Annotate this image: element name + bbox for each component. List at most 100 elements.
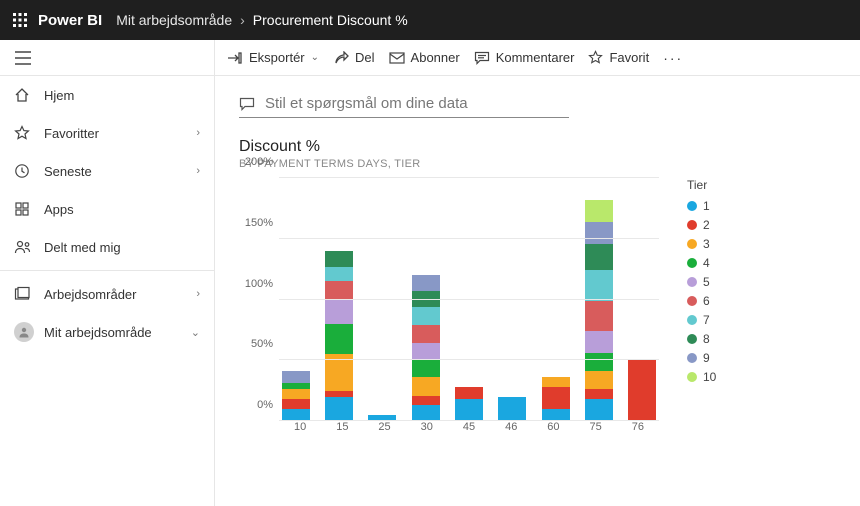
breadcrumb-workspace[interactable]: Mit arbejdsområde bbox=[116, 12, 232, 28]
y-tick-label: 150% bbox=[245, 217, 273, 229]
grid-line bbox=[279, 177, 659, 178]
share-button[interactable]: Del bbox=[333, 50, 375, 65]
bar-segment[interactable] bbox=[412, 377, 440, 395]
bar-column[interactable] bbox=[585, 200, 613, 421]
bar-segment[interactable] bbox=[455, 399, 483, 421]
more-button[interactable]: ··· bbox=[663, 50, 683, 66]
chart-subtitle: BY PAYMENT TERMS DAYS, TIER bbox=[239, 158, 836, 170]
legend-label: 1 bbox=[703, 199, 710, 213]
bar-segment[interactable] bbox=[282, 389, 310, 399]
comments-button[interactable]: Kommentarer bbox=[474, 50, 575, 65]
bar-segment[interactable] bbox=[585, 399, 613, 421]
bar-segment[interactable] bbox=[628, 360, 656, 421]
bar-column[interactable] bbox=[628, 360, 656, 421]
chart-plot[interactable]: 0%50%100%150%200% 101525304546607576 bbox=[239, 178, 659, 443]
legend-swatch bbox=[687, 334, 697, 344]
bar-segment[interactable] bbox=[412, 396, 440, 406]
bar-column[interactable] bbox=[325, 251, 353, 421]
bar-segment[interactable] bbox=[412, 405, 440, 421]
legend-label: 4 bbox=[703, 256, 710, 270]
qna-input[interactable] bbox=[263, 94, 569, 113]
nav-item-label: Hjem bbox=[44, 88, 200, 103]
bar-segment[interactable] bbox=[325, 251, 353, 267]
bar-segment[interactable] bbox=[585, 353, 613, 371]
favorite-button[interactable]: Favorit bbox=[588, 50, 649, 65]
y-tick-label: 200% bbox=[245, 156, 273, 168]
y-tick-label: 50% bbox=[251, 338, 273, 350]
qna-input-wrap[interactable] bbox=[239, 94, 569, 118]
export-button[interactable]: Eksportér ⌄ bbox=[227, 50, 319, 65]
subscribe-button[interactable]: Abonner bbox=[389, 50, 460, 65]
legend-item[interactable]: 1 bbox=[687, 196, 716, 215]
bar-segment[interactable] bbox=[585, 270, 613, 300]
legend-swatch bbox=[687, 201, 697, 211]
chat-icon bbox=[239, 97, 255, 111]
legend-item[interactable]: 2 bbox=[687, 215, 716, 234]
bar-segment[interactable] bbox=[325, 281, 353, 299]
bar-segment[interactable] bbox=[585, 389, 613, 399]
legend-swatch bbox=[687, 239, 697, 249]
nav-item-my-workspace[interactable]: Mit arbejdsområde ⌄ bbox=[0, 313, 214, 351]
bar-segment[interactable] bbox=[498, 397, 526, 421]
bar-column[interactable] bbox=[542, 377, 570, 421]
nav-toggle[interactable] bbox=[0, 40, 214, 76]
bar-segment[interactable] bbox=[412, 359, 440, 377]
legend-item[interactable]: 9 bbox=[687, 348, 716, 367]
legend-title: Tier bbox=[687, 178, 716, 192]
bar-segment[interactable] bbox=[585, 200, 613, 222]
nav-item-shared[interactable]: Delt med mig bbox=[0, 228, 214, 266]
nav-item-workspaces[interactable]: Arbejdsområder › bbox=[0, 275, 214, 313]
x-tick-label: 60 bbox=[539, 421, 567, 443]
bar-segment[interactable] bbox=[412, 307, 440, 325]
export-icon bbox=[227, 51, 243, 65]
star-icon bbox=[588, 50, 603, 65]
bar-column[interactable] bbox=[412, 275, 440, 421]
bar-segment[interactable] bbox=[542, 387, 570, 409]
bar-segment[interactable] bbox=[325, 267, 353, 282]
grid-line bbox=[279, 359, 659, 360]
bar-segment[interactable] bbox=[412, 343, 440, 359]
x-tick-label: 10 bbox=[286, 421, 314, 443]
breadcrumb-report[interactable]: Procurement Discount % bbox=[253, 12, 408, 28]
bar-segment[interactable] bbox=[325, 397, 353, 421]
nav-item-home[interactable]: Hjem bbox=[0, 76, 214, 114]
bar-segment[interactable] bbox=[325, 300, 353, 324]
legend-item[interactable]: 10 bbox=[687, 367, 716, 386]
chevron-down-icon: ⌄ bbox=[191, 326, 200, 339]
nav-item-apps[interactable]: Apps bbox=[0, 190, 214, 228]
legend-label: 10 bbox=[703, 370, 716, 384]
legend-swatch bbox=[687, 353, 697, 363]
legend-item[interactable]: 7 bbox=[687, 310, 716, 329]
bar-segment[interactable] bbox=[455, 387, 483, 399]
people-icon bbox=[14, 239, 32, 255]
bar-column[interactable] bbox=[455, 387, 483, 421]
chevron-right-icon: › bbox=[196, 288, 200, 300]
bar-segment[interactable] bbox=[585, 371, 613, 389]
x-tick-label: 30 bbox=[413, 421, 441, 443]
legend-item[interactable]: 5 bbox=[687, 272, 716, 291]
bar-column[interactable] bbox=[498, 397, 526, 421]
legend-item[interactable]: 4 bbox=[687, 253, 716, 272]
chart-bars bbox=[279, 178, 659, 421]
y-tick-label: 0% bbox=[257, 399, 273, 411]
bar-segment[interactable] bbox=[585, 244, 613, 271]
toolbar-label: Favorit bbox=[609, 50, 649, 65]
legend-item[interactable]: 3 bbox=[687, 234, 716, 253]
bar-segment[interactable] bbox=[585, 222, 613, 244]
legend-item[interactable]: 8 bbox=[687, 329, 716, 348]
grid-line bbox=[279, 420, 659, 421]
waffle-icon[interactable] bbox=[8, 8, 32, 32]
bar-segment[interactable] bbox=[542, 377, 570, 387]
bar-segment[interactable] bbox=[282, 371, 310, 383]
bar-segment[interactable] bbox=[585, 301, 613, 331]
bar-segment[interactable] bbox=[325, 324, 353, 354]
bar-segment[interactable] bbox=[412, 325, 440, 343]
bar-segment[interactable] bbox=[282, 399, 310, 409]
nav-item-favorites[interactable]: Favoritter › bbox=[0, 114, 214, 152]
legend-item[interactable]: 6 bbox=[687, 291, 716, 310]
y-tick-label: 100% bbox=[245, 278, 273, 290]
bar-segment[interactable] bbox=[585, 331, 613, 353]
bar-column[interactable] bbox=[282, 371, 310, 421]
nav-item-recent[interactable]: Seneste › bbox=[0, 152, 214, 190]
bar-segment[interactable] bbox=[412, 275, 440, 291]
